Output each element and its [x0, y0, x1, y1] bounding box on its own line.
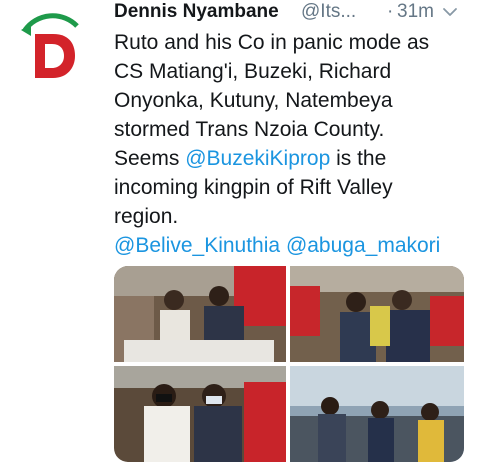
tweet-photo[interactable] — [114, 266, 286, 362]
photo-image — [114, 266, 286, 362]
tweet-photo[interactable] — [290, 266, 464, 362]
tweet-photo[interactable] — [290, 366, 464, 462]
tweet-text-fragment: Seems — [114, 147, 180, 170]
tweet-text-line: CS Matiang'i, Buzeki, Richard — [114, 60, 392, 83]
tweet-photo[interactable] — [114, 366, 286, 462]
mention-link[interactable]: @BuzekiKiprop — [185, 147, 330, 170]
tweet-text-line-mention: Seems @BuzekiKiprop is the — [114, 144, 474, 173]
chevron-down-icon[interactable] — [442, 4, 458, 20]
photo-grid — [114, 266, 464, 462]
tweet-text: Ruto and his Co in panic mode as CS Mati… — [114, 28, 474, 260]
tweet-text-line: Ruto and his Co in panic mode as — [114, 31, 430, 54]
photo-image — [290, 266, 464, 362]
header-separator: · — [387, 1, 394, 22]
mention-link[interactable]: @Belive_Kinuthia — [114, 234, 280, 257]
logo-d-icon — [11, 8, 91, 88]
tweet-header: Dennis Nyambane @Its... · 31m — [114, 0, 474, 26]
tweet-text-line: Onyonka, Kutuny, Natembeya — [114, 89, 393, 112]
timestamp[interactable]: 31m — [397, 1, 434, 23]
photo-image — [114, 366, 286, 462]
photo-image — [290, 366, 464, 462]
tweet-text-line: incoming kingpin of Rift Valley — [114, 176, 393, 199]
tweet-text-line: region. — [114, 205, 179, 228]
mention-link[interactable]: @abuga_makori — [286, 234, 440, 257]
tweet-text-line: stormed Trans Nzoia County. — [114, 118, 385, 141]
author-avatar[interactable] — [11, 8, 91, 88]
author-handle[interactable]: @Its... — [301, 1, 356, 23]
author-name[interactable]: Dennis Nyambane — [114, 1, 279, 23]
tweet-text-fragment: is the — [330, 147, 387, 170]
mentions-line: @Belive_Kinuthia @abuga_makori — [114, 231, 474, 260]
